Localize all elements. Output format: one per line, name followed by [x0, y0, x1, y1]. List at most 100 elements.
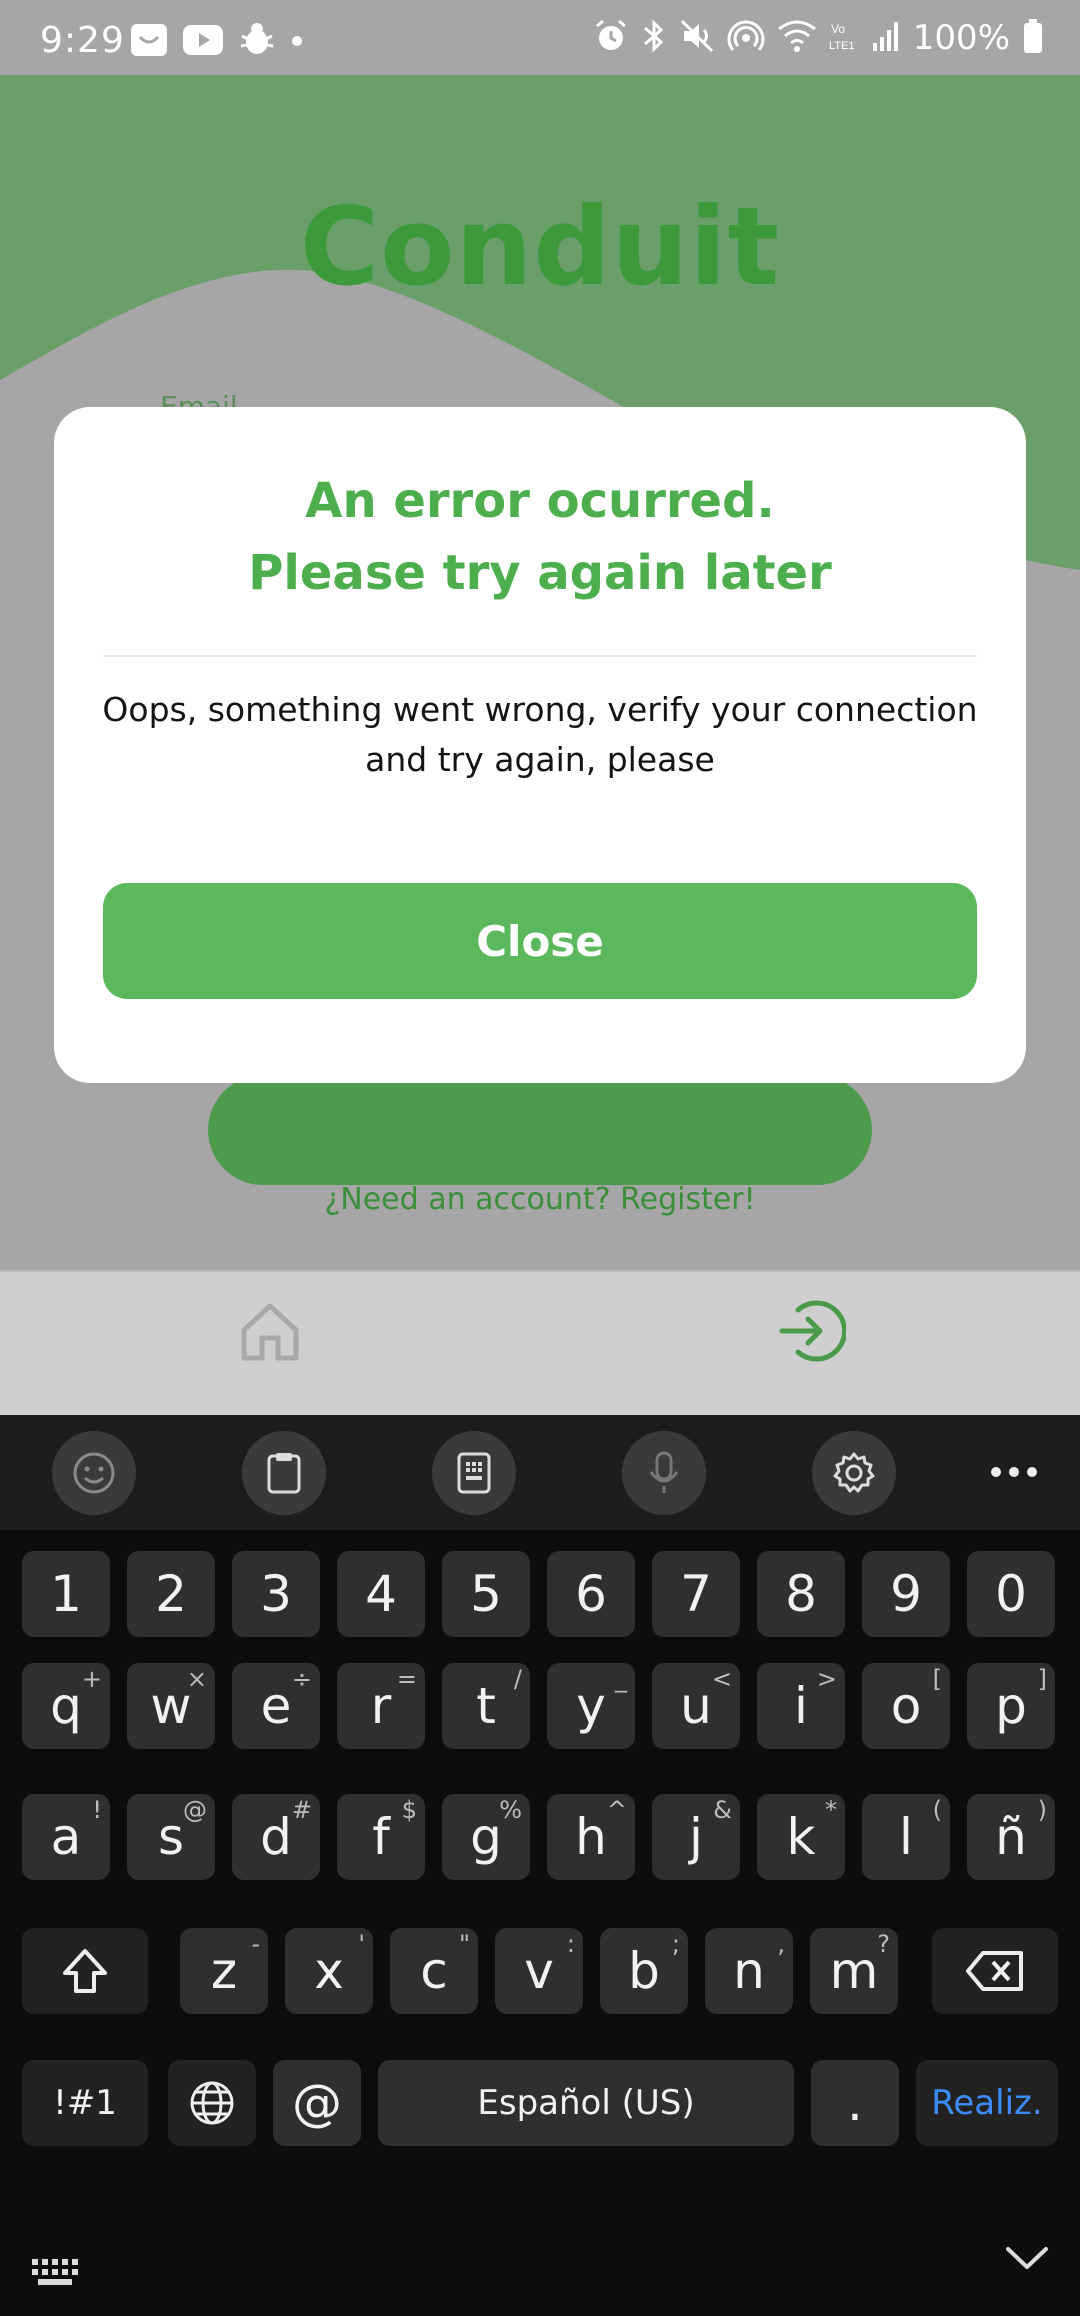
key-label: . — [847, 2074, 863, 2132]
backspace-key[interactable] — [932, 1928, 1058, 2014]
key-f[interactable]: f $ — [337, 1794, 425, 1880]
more-icon[interactable] — [982, 1447, 1046, 1497]
key-c[interactable]: c " — [390, 1928, 478, 2014]
key-w[interactable]: w × — [127, 1663, 215, 1749]
key-label: r — [370, 1677, 392, 1735]
bluetooth-icon — [641, 18, 667, 58]
key-n[interactable]: n, — [705, 1928, 793, 2014]
key-x[interactable]: x ' — [285, 1928, 373, 2014]
key-label: y — [576, 1677, 606, 1735]
key-q[interactable]: q + — [22, 1663, 110, 1749]
register-link[interactable]: ¿Need an account? Register! — [0, 1182, 1080, 1217]
key-secondary-label: ^ — [606, 1796, 627, 1824]
key-secondary-label: _ — [615, 1665, 627, 1693]
keypad-icon[interactable] — [432, 1431, 516, 1515]
wifi-icon — [777, 19, 817, 57]
language-key[interactable] — [168, 2060, 256, 2146]
key-5[interactable]: 5 — [442, 1551, 530, 1637]
key-label: w — [150, 1677, 192, 1735]
key-label: 5 — [470, 1565, 502, 1623]
key-t[interactable]: t / — [442, 1663, 530, 1749]
key-label: j — [689, 1808, 703, 1866]
key-d[interactable]: d # — [232, 1794, 320, 1880]
key-e[interactable]: e ÷ — [232, 1663, 320, 1749]
key-4[interactable]: 4 — [337, 1551, 425, 1637]
key-secondary-label: " — [458, 1930, 470, 1958]
done-key[interactable]: Realiz. — [916, 2060, 1058, 2146]
key-7[interactable]: 7 — [652, 1551, 740, 1637]
key-secondary-label: ( — [932, 1796, 942, 1824]
key-label: e — [260, 1677, 292, 1735]
shift-icon — [63, 1949, 107, 1993]
key-secondary-label: ? — [877, 1930, 890, 1958]
key-label: p — [995, 1677, 1027, 1735]
key-6[interactable]: 6 — [547, 1551, 635, 1637]
mic-icon[interactable] — [622, 1431, 706, 1515]
key-secondary-label: ] — [1037, 1665, 1047, 1693]
key-v[interactable]: v: — [495, 1928, 583, 2014]
at-key[interactable]: @ — [273, 2060, 361, 2146]
key-secondary-label: * — [825, 1796, 837, 1824]
key-z[interactable]: z- — [180, 1928, 268, 2014]
key-8[interactable]: 8 — [757, 1551, 845, 1637]
key-1[interactable]: 1 — [22, 1551, 110, 1637]
key-secondary-label: : — [566, 1930, 575, 1958]
sign-in-button[interactable] — [208, 1075, 872, 1185]
key-label: k — [786, 1808, 816, 1866]
key-3[interactable]: 3 — [232, 1551, 320, 1637]
key-a[interactable]: a! — [22, 1794, 110, 1880]
app-title: Conduit — [299, 185, 781, 310]
key-label: 1 — [50, 1565, 82, 1623]
signal-icon — [871, 19, 901, 57]
hotspot-icon — [727, 18, 765, 58]
battery-icon — [1022, 18, 1044, 58]
key-m[interactable]: m? — [810, 1928, 898, 2014]
emoji-icon[interactable] — [52, 1431, 136, 1515]
key-p[interactable]: p] — [967, 1663, 1055, 1749]
period-key[interactable]: . — [811, 2060, 899, 2146]
key-l[interactable]: l( — [862, 1794, 950, 1880]
key-k[interactable]: k * — [757, 1794, 845, 1880]
home-icon[interactable] — [238, 1300, 302, 1364]
keyboard-hide-icon[interactable] — [30, 2257, 80, 2287]
svg-text:LTE1: LTE1 — [829, 40, 854, 52]
key-label: 4 — [365, 1565, 397, 1623]
youtube-icon — [182, 24, 224, 60]
close-button[interactable]: Close — [103, 883, 977, 999]
key-label: h — [575, 1808, 607, 1866]
key-h[interactable]: h ^ — [547, 1794, 635, 1880]
key-o[interactable]: o[ — [862, 1663, 950, 1749]
key-i[interactable]: i > — [757, 1663, 845, 1749]
key-r[interactable]: r = — [337, 1663, 425, 1749]
key-y[interactable]: y _ — [547, 1663, 635, 1749]
key-s[interactable]: s @ — [127, 1794, 215, 1880]
key-label: v — [524, 1942, 554, 2000]
dot-icon — [290, 33, 304, 52]
key-u[interactable]: u < — [652, 1663, 740, 1749]
key-label: l — [899, 1808, 913, 1866]
key-j[interactable]: j & — [652, 1794, 740, 1880]
key-0[interactable]: 0 — [967, 1551, 1055, 1637]
key-label: f — [372, 1808, 390, 1866]
space-key[interactable]: Español (US) — [378, 2060, 794, 2146]
key-label: s — [157, 1808, 185, 1866]
key-ñ[interactable]: ñ) — [967, 1794, 1055, 1880]
bug-icon — [238, 22, 276, 62]
key-9[interactable]: 9 — [862, 1551, 950, 1637]
key-label: z — [210, 1942, 238, 2000]
key-secondary-label: @ — [183, 1796, 207, 1824]
shift-key[interactable] — [22, 1928, 148, 2014]
dialog-title-line-2: Please try again later — [248, 545, 832, 601]
key-label: 9 — [890, 1565, 922, 1623]
key-g[interactable]: g% — [442, 1794, 530, 1880]
key-secondary-label: $ — [401, 1796, 417, 1824]
alarm-icon — [593, 18, 629, 58]
key-label: 2 — [155, 1565, 187, 1623]
chevron-down-icon[interactable] — [1004, 2241, 1050, 2275]
clipboard-icon[interactable] — [242, 1431, 326, 1515]
key-b[interactable]: b; — [600, 1928, 688, 2014]
settings-icon[interactable] — [812, 1431, 896, 1515]
symbols-key[interactable]: !#1 — [22, 2060, 148, 2146]
key-2[interactable]: 2 — [127, 1551, 215, 1637]
login-icon[interactable] — [776, 1296, 848, 1366]
